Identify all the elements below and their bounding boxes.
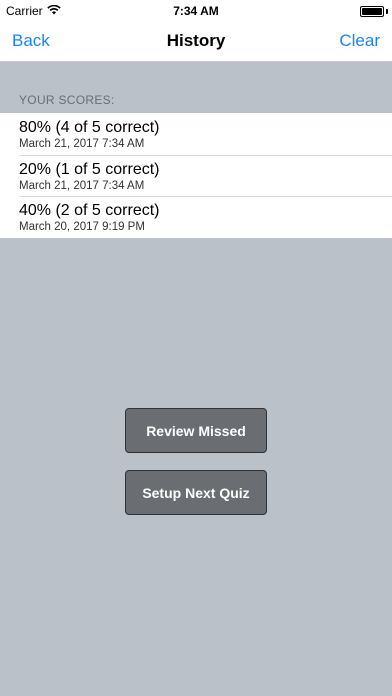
- score-value: 20% (1 of 5 correct): [19, 160, 160, 178]
- score-value: 80% (4 of 5 correct): [19, 119, 160, 136]
- navigation-bar: Back History Clear: [0, 22, 392, 62]
- status-bar: Carrier 7:34 AM: [0, 0, 392, 22]
- back-button[interactable]: Back: [12, 31, 50, 51]
- battery-icon: [360, 6, 384, 17]
- setup-next-quiz-button[interactable]: Setup Next Quiz: [125, 470, 267, 515]
- clear-button[interactable]: Clear: [339, 31, 380, 51]
- score-row[interactable]: 40% (2 of 5 correct) March 20, 2017 9:19…: [0, 196, 392, 238]
- score-date: March 20, 2017 9:19 PM: [19, 221, 145, 233]
- review-missed-button[interactable]: Review Missed: [125, 408, 267, 453]
- score-row[interactable]: 80% (4 of 5 correct) March 21, 2017 7:34…: [0, 113, 392, 155]
- page-title: History: [166, 31, 226, 50]
- score-value: 40% (2 of 5 correct): [19, 202, 160, 219]
- battery-tip: [386, 9, 388, 14]
- scores-section-header: YOUR SCORES:: [19, 93, 115, 107]
- score-row[interactable]: 20% (1 of 5 correct) March 21, 2017 7:34…: [0, 154, 392, 197]
- score-date: March 21, 2017 7:34 AM: [19, 138, 145, 150]
- scores-list: 80% (4 of 5 correct) March 21, 2017 7:34…: [0, 113, 392, 238]
- status-time: 7:34 AM: [173, 4, 219, 18]
- score-date: March 21, 2017 7:34 AM: [19, 179, 145, 192]
